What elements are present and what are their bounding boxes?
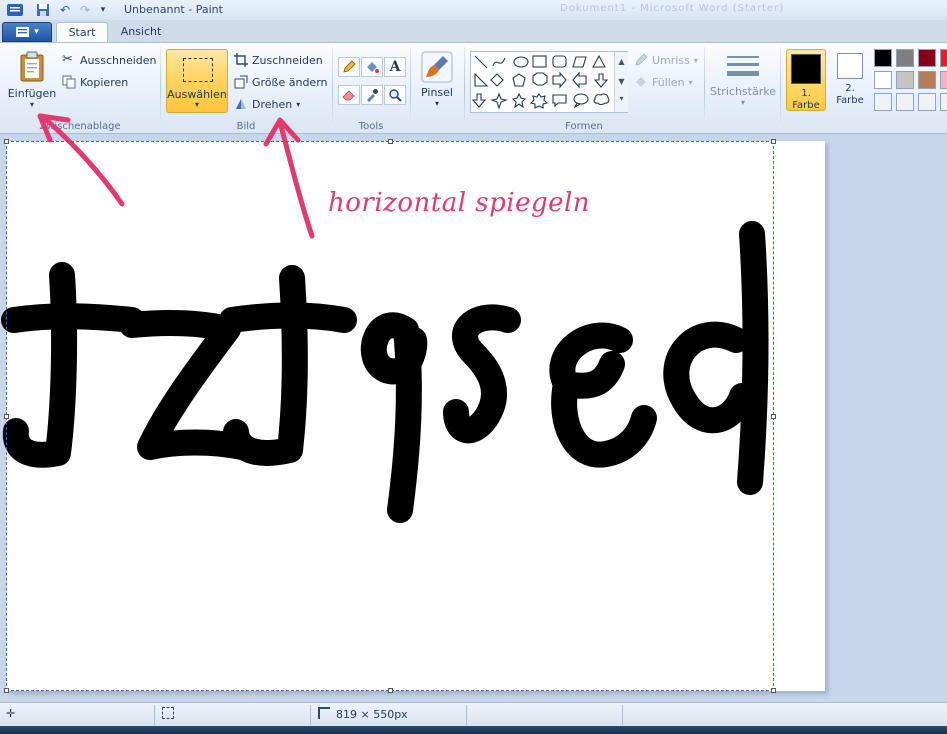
selection-frame[interactable]: [6, 141, 774, 691]
resize-handle[interactable]: [4, 139, 9, 144]
status-divider: [466, 705, 467, 725]
status-bar: ✛ 819 × 550px: [0, 702, 947, 726]
status-divider: [622, 705, 623, 725]
resize-handle[interactable]: [4, 414, 9, 419]
taskbar: [0, 726, 947, 734]
status-divider: [154, 705, 155, 725]
resize-handle[interactable]: [771, 139, 776, 144]
resize-handle[interactable]: [388, 688, 393, 693]
resize-handle[interactable]: [771, 414, 776, 419]
canvas-size-icon: [318, 707, 330, 719]
cursor-position-icon: ✛: [6, 707, 16, 720]
canvas-size-text: 819 × 550px: [336, 708, 408, 721]
resize-handle[interactable]: [388, 139, 393, 144]
selection-size-icon: [162, 707, 174, 719]
resize-handle[interactable]: [771, 688, 776, 693]
status-divider: [310, 705, 311, 725]
resize-handle[interactable]: [4, 688, 9, 693]
